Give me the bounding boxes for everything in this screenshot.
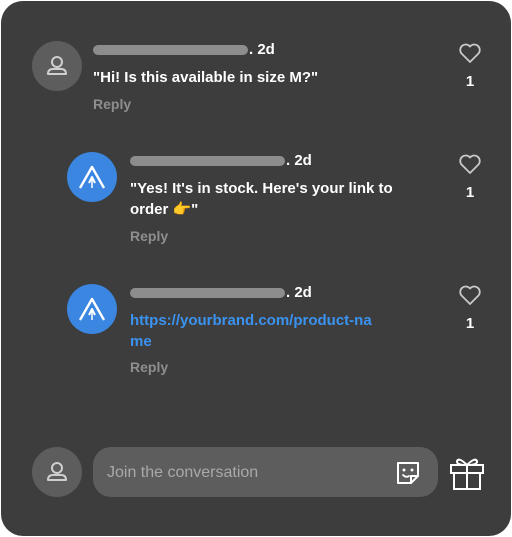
username-redacted <box>130 156 285 166</box>
person-icon <box>47 56 67 75</box>
comment-input[interactable] <box>105 447 389 499</box>
heart-icon[interactable] <box>458 42 482 64</box>
like-count: 1 <box>465 315 475 332</box>
comment-text: "Yes! It's in stock. Here's your link to… <box>130 180 393 218</box>
avatar[interactable] <box>32 41 82 91</box>
comment-age: . 2d <box>249 41 275 58</box>
comment-age: . 2d <box>286 284 312 301</box>
brand-logo-icon <box>78 297 106 321</box>
avatar[interactable] <box>67 152 117 202</box>
current-user-avatar <box>32 447 82 497</box>
like-count: 1 <box>465 184 475 201</box>
username-redacted <box>93 45 248 55</box>
comment-input-container[interactable] <box>93 447 438 499</box>
reply-button[interactable]: Reply <box>93 96 131 112</box>
brand-logo-icon <box>78 165 106 189</box>
comments-panel: . 2d "Hi! Is this available in size M?" … <box>1 1 511 536</box>
sticker-icon[interactable] <box>393 458 423 488</box>
heart-icon[interactable] <box>458 284 482 306</box>
comment-age: . 2d <box>286 152 312 169</box>
reply-button[interactable]: Reply <box>130 228 168 244</box>
avatar[interactable] <box>67 284 117 334</box>
heart-icon[interactable] <box>458 153 482 175</box>
username-redacted <box>130 288 285 298</box>
person-icon <box>47 462 67 481</box>
product-link[interactable]: https://yourbrand.com/product-name <box>130 310 380 352</box>
gift-icon[interactable] <box>448 455 486 491</box>
like-count: 1 <box>465 73 475 90</box>
comment-text: "Hi! Is this available in size M?" <box>93 69 319 86</box>
reply-button[interactable]: Reply <box>130 359 168 375</box>
